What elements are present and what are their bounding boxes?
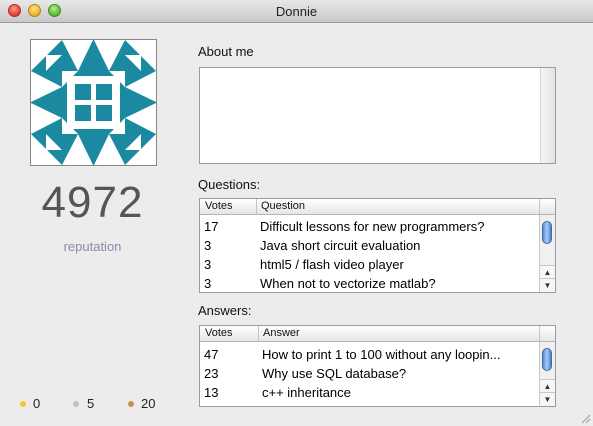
question-votes: 3 <box>204 276 212 291</box>
silver-badge-icon <box>73 401 79 407</box>
answer-title: How to print 1 to 100 without any loopin… <box>262 347 501 362</box>
questions-scroll-thumb[interactable] <box>542 221 552 244</box>
bronze-badge-icon <box>128 401 134 407</box>
column-header-votes[interactable]: Votes <box>205 327 233 339</box>
bronze-badge-count: 20 <box>141 396 156 411</box>
answer-row[interactable]: 47 How to print 1 to 100 without any loo… <box>200 345 540 364</box>
question-votes: 3 <box>204 257 212 272</box>
answers-label: Answers: <box>198 303 252 318</box>
about-label: About me <box>198 44 254 59</box>
gold-badge-count: 0 <box>33 396 41 411</box>
answer-votes: 23 <box>204 366 219 381</box>
question-votes: 3 <box>204 238 212 253</box>
answer-votes: 47 <box>204 347 219 362</box>
about-scrollbar[interactable] <box>540 68 555 163</box>
question-votes: 17 <box>204 219 219 234</box>
app-window: Donnie 4972 reputation 0 5 20 About me Q… <box>0 0 593 426</box>
gold-badge-icon <box>20 401 26 407</box>
title-bar: Donnie <box>0 0 593 23</box>
scroll-down-arrow-icon[interactable]: ▼ <box>540 392 555 406</box>
answer-row[interactable]: 23 Why use SQL database? <box>200 364 540 383</box>
answer-row[interactable]: 13 c++ inheritance <box>200 383 540 402</box>
answers-scrollbar[interactable]: ▲ ▼ <box>539 342 555 406</box>
questions-scrollbar[interactable]: ▲ ▼ <box>539 215 555 292</box>
scroll-up-arrow-icon[interactable]: ▲ <box>540 379 555 393</box>
silver-badge-count: 5 <box>87 396 95 411</box>
question-title: When not to vectorize matlab? <box>260 276 436 291</box>
question-row[interactable]: 3 html5 / flash video player <box>200 255 540 274</box>
answers-table: Votes Answer 47 How to print 1 to 100 wi… <box>199 325 556 407</box>
column-header-question[interactable]: Question <box>261 200 305 212</box>
window-title: Donnie <box>275 4 318 19</box>
questions-label: Questions: <box>198 177 261 192</box>
answer-votes: 13 <box>204 385 219 400</box>
answer-title: c++ inheritance <box>262 385 351 400</box>
scroll-down-arrow-icon[interactable]: ▼ <box>540 278 555 292</box>
avatar <box>30 39 157 166</box>
question-row[interactable]: 3 When not to vectorize matlab? <box>200 274 540 292</box>
column-header-votes[interactable]: Votes <box>205 200 233 212</box>
column-header-answer[interactable]: Answer <box>263 327 300 339</box>
resize-grip-icon[interactable] <box>579 412 591 424</box>
answer-title: Why use SQL database? <box>262 366 407 381</box>
answers-header: Votes Answer <box>200 326 555 342</box>
question-title: html5 / flash video player <box>260 257 404 272</box>
scroll-up-arrow-icon[interactable]: ▲ <box>540 265 555 279</box>
about-textarea[interactable] <box>199 67 556 164</box>
identicon-image <box>31 40 156 165</box>
question-title: Difficult lessons for new programmers? <box>260 219 485 234</box>
question-row[interactable]: 3 Java short circuit evaluation <box>200 236 540 255</box>
answers-scroll-thumb[interactable] <box>542 348 552 371</box>
reputation-value: 4972 <box>41 178 144 227</box>
questions-table: Votes Question 17 Difficult lessons for … <box>199 198 556 293</box>
reputation-label: reputation <box>63 239 122 254</box>
question-row[interactable]: 17 Difficult lessons for new programmers… <box>200 217 540 236</box>
questions-header: Votes Question <box>200 199 555 215</box>
question-title: Java short circuit evaluation <box>260 238 421 253</box>
